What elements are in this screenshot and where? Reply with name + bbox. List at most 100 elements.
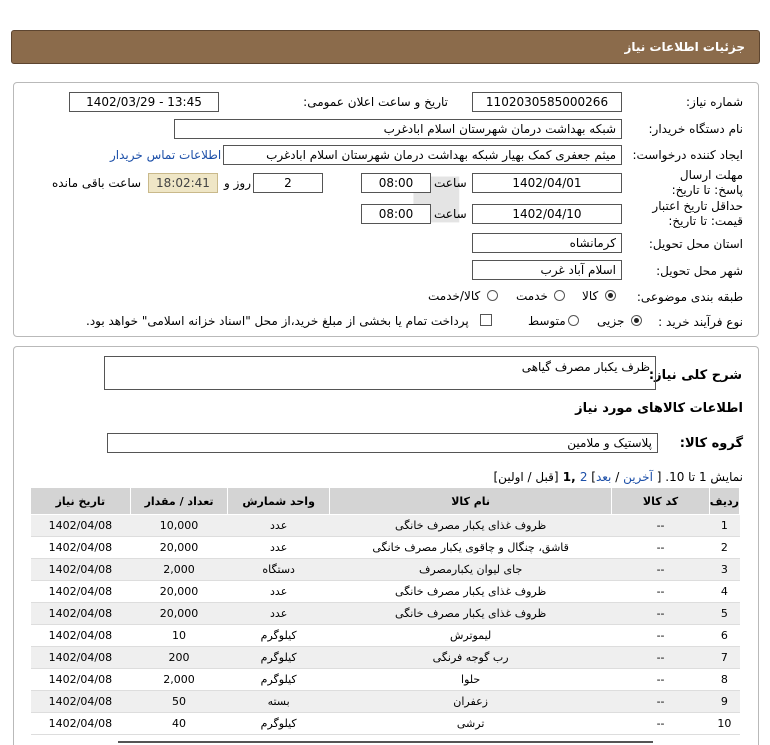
- item-name-cell: ظروف غذای یکبار مصرف خانگی: [329, 602, 612, 625]
- goods-group-field: پلاستیک و ملامین: [107, 433, 658, 453]
- province-label: استان محل تحویل:: [648, 237, 743, 251]
- quantity-cell: 200: [130, 646, 228, 669]
- item-name-cell: ظروف غذای یکبار مصرف خانگی: [329, 514, 612, 537]
- category-radio-service[interactable]: [554, 290, 565, 301]
- item-name-cell: لیموترش: [329, 624, 612, 647]
- item-name-cell: ترشی: [329, 712, 612, 735]
- table-row[interactable]: 7 -- رب گوجه فرنگی کیلوگرم 200 1402/04/08: [30, 646, 740, 669]
- category-radio-goods-service[interactable]: [487, 290, 498, 301]
- goods-section-title: اطلاعات کالاهای مورد نیاز: [575, 401, 743, 416]
- item-code-cell: --: [611, 690, 710, 713]
- pagination-next-link[interactable]: بعد: [596, 470, 611, 484]
- table-row[interactable]: 2 -- قاشق، چنگال و چاقوی یکبار مصرف خانگی ع…: [30, 536, 740, 559]
- item-code-cell: --: [611, 602, 710, 625]
- unit-cell: کیلوگرم: [227, 712, 330, 735]
- item-code-cell: --: [611, 624, 710, 647]
- item-name-cell: حلوا: [329, 668, 612, 691]
- price-validity-label: حداقل تاریخ اعتبار قیمت: تا تاریخ:: [652, 199, 743, 228]
- row-number-cell: 5: [709, 602, 740, 625]
- city-label: شهر محل تحویل:: [656, 264, 743, 278]
- need-date-cell: 1402/04/08: [30, 712, 131, 735]
- window-title: جزئیات اطلاعات نیاز: [11, 30, 760, 64]
- need-date-cell: 1402/04/08: [30, 558, 131, 581]
- reply-deadline-time-label: ساعت: [434, 176, 467, 190]
- summary-label: شرح کلی نیاز:: [648, 368, 742, 383]
- col-header-row-number: ردیف: [708, 487, 741, 515]
- need-date-cell: 1402/04/08: [30, 668, 131, 691]
- unit-cell: کیلوگرم: [227, 668, 330, 691]
- table-header-row: ردیف کد کالا نام کالا واحد شمارش تعداد /…: [30, 487, 741, 515]
- unit-cell: دستگاه: [227, 558, 330, 581]
- buyer-contact-link[interactable]: اطلاعات تماس خریدار: [110, 148, 221, 162]
- pagination-bracket: ]: [587, 470, 596, 484]
- unit-cell: کیلوگرم: [227, 624, 330, 647]
- reply-deadline-label: مهلت ارسال پاسخ: تا تاریخ:: [671, 168, 743, 197]
- remaining-time-label: ساعت باقی مانده: [52, 176, 142, 190]
- item-code-cell: --: [611, 536, 710, 559]
- pagination-summary: نمایش 1 تا 10. [: [652, 470, 743, 484]
- row-number-cell: 2: [709, 536, 740, 559]
- pagination-rest: [قبل / اولین]: [493, 470, 559, 484]
- announce-datetime-label: تاریخ و ساعت اعلان عمومی:: [303, 95, 448, 109]
- unit-cell: بسته: [227, 690, 330, 713]
- need-number-label: شماره نیاز:: [686, 95, 743, 109]
- item-name-cell: قاشق، چنگال و چاقوی یکبار مصرف خانگی: [329, 536, 612, 559]
- pagination-last-link[interactable]: آخرین: [623, 470, 653, 484]
- table-row[interactable]: 3 -- جای لیوان یکبارمصرف دستگاه 2,000 1402/04…: [30, 558, 740, 581]
- category-label: طبقه بندی موضوعی:: [636, 290, 743, 304]
- need-date-cell: 1402/04/08: [30, 580, 131, 603]
- row-number-cell: 10: [709, 712, 740, 735]
- pagination-sep: /: [611, 470, 624, 484]
- table-row[interactable]: 8 -- حلوا کیلوگرم 2,000 1402/04/08: [30, 668, 740, 691]
- category-option-goods: کالا: [582, 289, 599, 303]
- col-header-item-name: نام کالا: [328, 487, 613, 515]
- remaining-days-field: 2: [253, 173, 323, 193]
- price-validity-time-field: 08:00: [361, 204, 431, 224]
- buyer-org-label: نام دستگاه خریدار:: [648, 122, 744, 136]
- need-date-cell: 1402/04/08: [30, 602, 131, 625]
- col-header-unit: واحد شمارش: [227, 487, 330, 515]
- item-code-cell: --: [611, 668, 710, 691]
- item-code-cell: --: [611, 580, 710, 603]
- unit-cell: کیلوگرم: [227, 646, 330, 669]
- city-field: اسلام آباد غرب: [472, 260, 622, 280]
- item-name-cell: زعفران: [329, 690, 612, 713]
- category-radio-goods[interactable]: [605, 290, 616, 301]
- table-row[interactable]: 10 -- ترشی کیلوگرم 40 1402/04/08: [30, 712, 740, 735]
- table-bottom-border: [118, 741, 653, 743]
- need-date-cell: 1402/04/08: [30, 624, 131, 647]
- need-date-cell: 1402/04/08: [30, 514, 131, 537]
- treasury-payment-checkbox[interactable]: [480, 314, 492, 326]
- row-number-cell: 3: [709, 558, 740, 581]
- unit-cell: عدد: [227, 536, 330, 559]
- province-field: کرمانشاه: [472, 233, 622, 253]
- row-number-cell: 4: [709, 580, 740, 603]
- items-table: ردیف کد کالا نام کالا واحد شمارش تعداد /…: [30, 487, 741, 735]
- table-row[interactable]: 1 -- ظروف غذای یکبار مصرف خانگی عدد 10,000 14…: [30, 514, 740, 537]
- pagination: نمایش 1 تا 10. [ آخرین / بعد] 2 ,1 [قبل …: [494, 470, 744, 484]
- item-name-cell: ظروف غذای یکبار مصرف خانگی: [329, 580, 612, 603]
- requester-label: ایجاد کننده درخواست:: [632, 148, 743, 162]
- table-row[interactable]: 5 -- ظروف غذای یکبار مصرف خانگی عدد 20,000 14…: [30, 602, 740, 625]
- item-name-cell: رب گوجه فرنگی: [329, 646, 612, 669]
- item-code-cell: --: [611, 646, 710, 669]
- category-option-service: خدمت: [516, 289, 548, 303]
- goods-group-label: گروه کالا:: [679, 436, 743, 451]
- table-row[interactable]: 6 -- لیموترش کیلوگرم 10 1402/04/08: [30, 624, 740, 647]
- buyer-org-field: شبکه بهداشت درمان شهرستان اسلام ابادغرب: [174, 119, 622, 139]
- remaining-time-field: 18:02:41: [148, 173, 218, 193]
- reply-deadline-time-field: 08:00: [361, 173, 431, 193]
- row-number-cell: 9: [709, 690, 740, 713]
- process-radio-medium[interactable]: [568, 315, 579, 326]
- item-code-cell: --: [611, 712, 710, 735]
- table-row[interactable]: 4 -- ظروف غذای یکبار مصرف خانگی عدد 20,000 14…: [30, 580, 740, 603]
- requester-field: میثم جعفری کمک بهیار شبکه بهداشت درمان ش…: [223, 145, 622, 165]
- quantity-cell: 20,000: [130, 602, 228, 625]
- process-radio-minor[interactable]: [631, 315, 642, 326]
- quantity-cell: 40: [130, 712, 228, 735]
- need-date-cell: 1402/04/08: [30, 536, 131, 559]
- reply-deadline-date-field: 1402/04/01: [472, 173, 622, 193]
- item-name-cell: جای لیوان یکبارمصرف: [329, 558, 612, 581]
- quantity-cell: 20,000: [130, 580, 228, 603]
- table-row[interactable]: 9 -- زعفران بسته 50 1402/04/08: [30, 690, 740, 713]
